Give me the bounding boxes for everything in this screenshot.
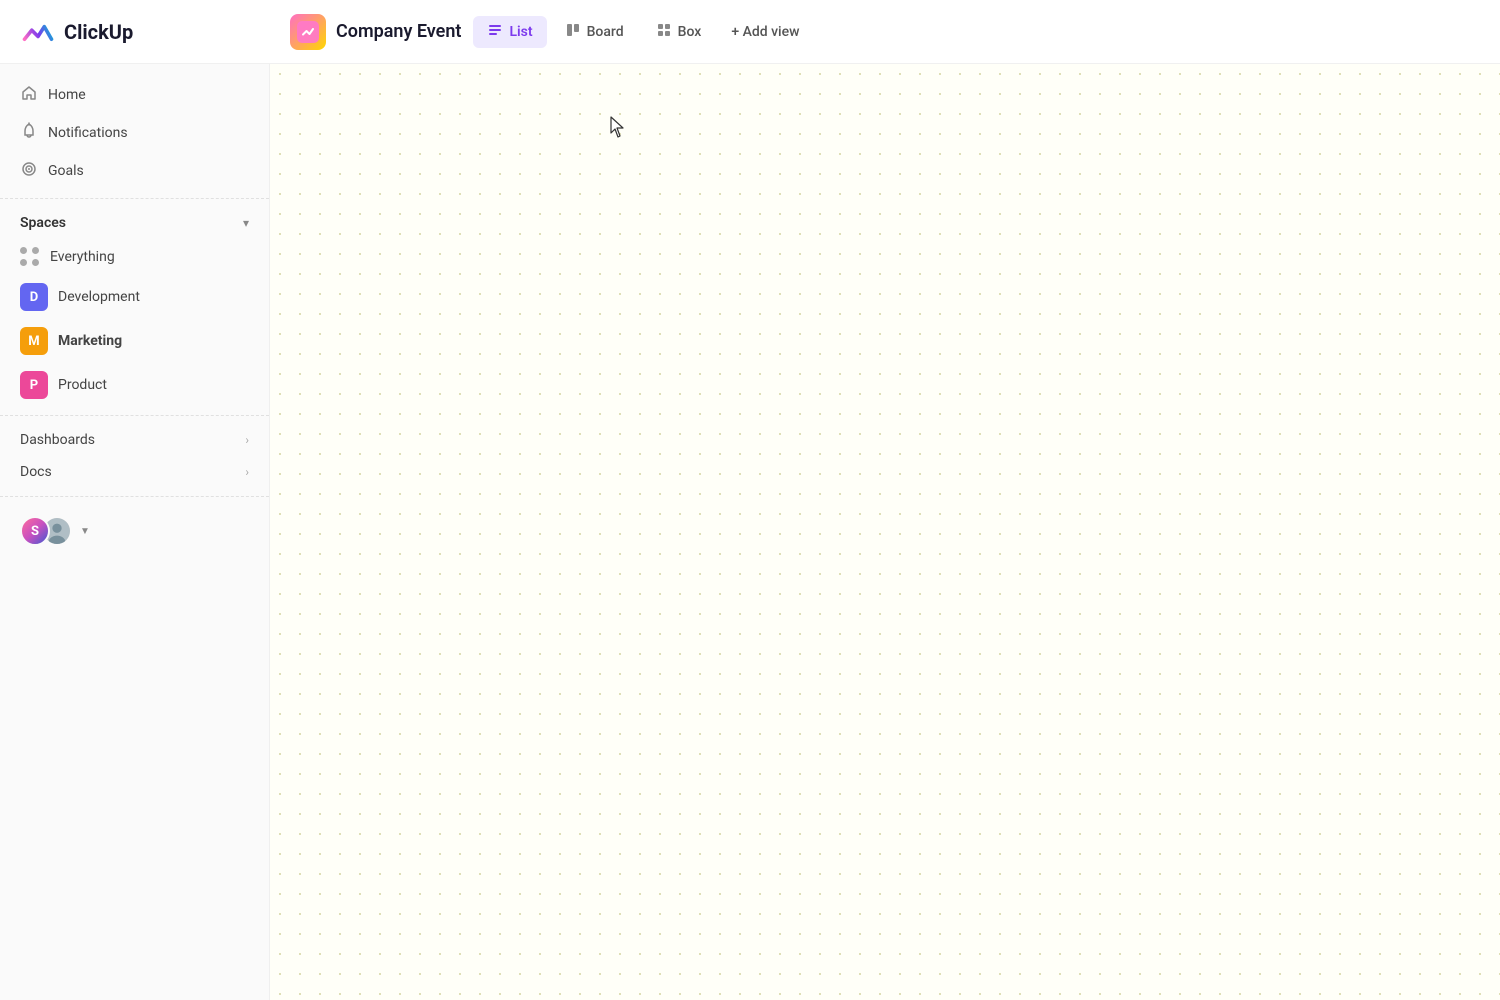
sidebar-item-goals[interactable]: Goals [0,152,269,190]
sidebar-item-development[interactable]: D Development [0,275,269,319]
sidebar-item-home-label: Home [48,87,249,103]
sidebar-spaces-section[interactable]: Spaces ▾ [0,207,269,239]
sidebar: Home Notifications Goals [0,64,270,1000]
bell-icon [20,122,38,144]
sidebar-item-everything-label: Everything [50,249,249,265]
tab-box-label: Box [678,24,702,40]
logo-area: ClickUp [20,14,290,50]
sidebar-item-development-label: Development [58,289,249,305]
user-chevron-icon: ▼ [80,526,90,537]
product-badge: P [20,371,48,399]
board-icon [565,22,581,42]
sidebar-item-product[interactable]: P Product [0,363,269,407]
sidebar-item-home[interactable]: Home [0,76,269,114]
marketing-badge-letter: M [28,334,39,349]
clickup-logo-icon [20,14,56,50]
header-nav: Company Event List Board [290,14,1480,50]
spaces-label: Spaces [20,215,66,231]
home-icon [20,84,38,106]
header-project: Company Event [290,14,461,50]
sidebar-item-docs[interactable]: Docs › [0,456,269,488]
tab-box[interactable]: Box [642,16,716,48]
everything-dots-icon [20,247,40,267]
tab-board[interactable]: Board [551,16,638,48]
marketing-badge: M [20,327,48,355]
sidebar-item-marketing-label: Marketing [58,333,249,349]
sidebar-item-dashboards[interactable]: Dashboards › [0,424,269,456]
avatar-primary: S [20,516,50,546]
box-icon [656,22,672,42]
sidebar-item-everything[interactable]: Everything [0,239,269,275]
development-badge-letter: D [30,290,38,305]
logo-text: ClickUp [64,20,133,44]
project-title: Company Event [336,21,461,42]
development-badge: D [20,283,48,311]
tab-board-label: Board [587,24,624,40]
user-avatars: S [20,515,72,547]
project-icon [290,14,326,50]
cursor-pointer [610,116,626,136]
sidebar-divider-1 [0,198,269,199]
sidebar-divider-2 [0,415,269,416]
sidebar-item-marketing[interactable]: M Marketing [0,319,269,363]
tab-list[interactable]: List [473,16,546,48]
sidebar-item-dashboards-label: Dashboards [20,432,235,448]
list-icon [487,22,503,42]
sidebar-item-product-label: Product [58,377,249,393]
dashboards-chevron-icon: › [245,433,249,447]
sidebar-item-notifications[interactable]: Notifications [0,114,269,152]
sidebar-item-goals-label: Goals [48,163,249,179]
sidebar-divider-3 [0,496,269,497]
tab-list-label: List [509,24,532,40]
product-badge-letter: P [30,378,38,393]
sidebar-item-docs-label: Docs [20,464,235,480]
main-content [270,64,1500,1000]
layout: Home Notifications Goals [0,64,1500,1000]
sidebar-item-notifications-label: Notifications [48,125,249,141]
docs-chevron-icon: › [245,465,249,479]
user-area[interactable]: S ▼ [0,505,269,557]
spaces-chevron-icon: ▾ [243,216,249,230]
header: ClickUp Company Event [0,0,1500,64]
add-view-label: + Add view [731,24,799,40]
add-view-button[interactable]: + Add view [719,18,811,46]
goals-icon [20,160,38,182]
